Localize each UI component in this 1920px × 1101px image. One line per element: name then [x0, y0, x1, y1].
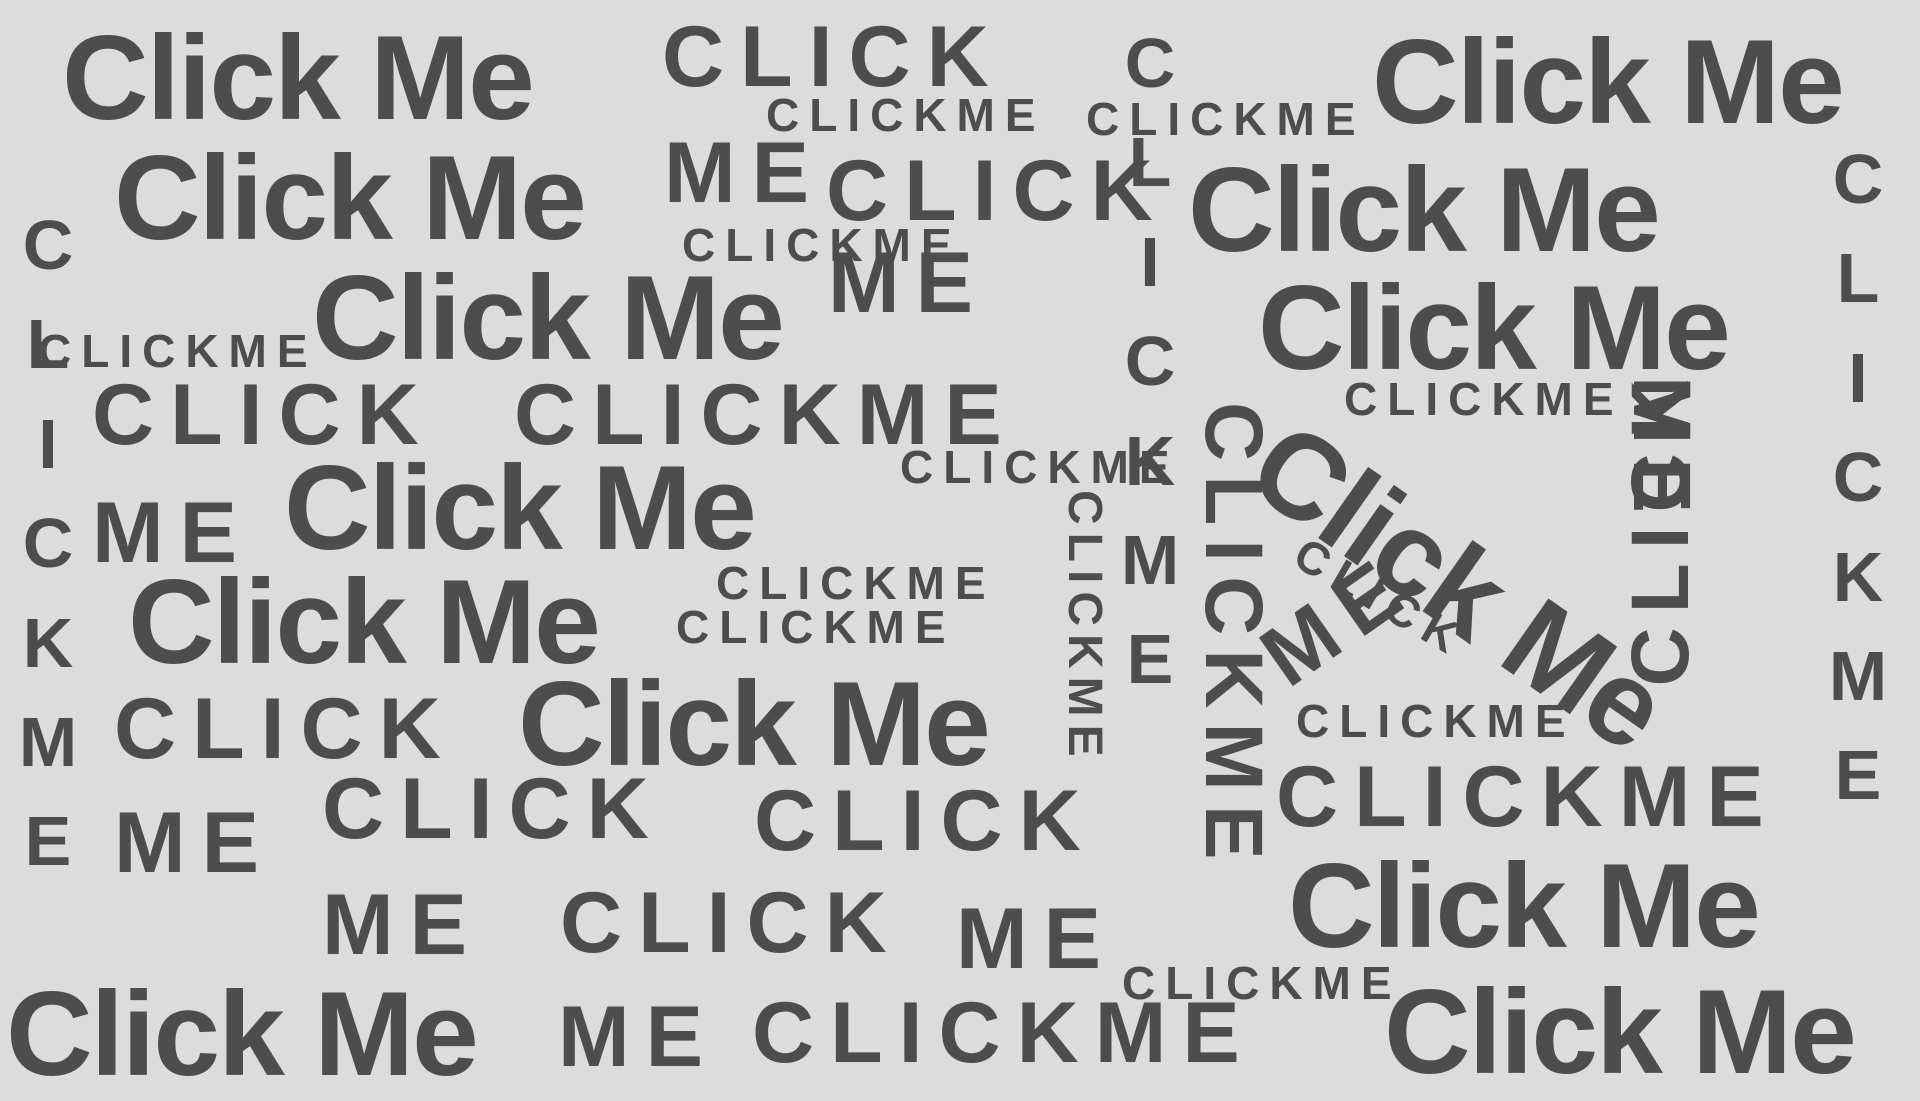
- me-label[interactable]: ME: [664, 130, 825, 216]
- click-me-button[interactable]: Click Me: [6, 974, 479, 1094]
- clickme-small-label[interactable]: CLICKME: [682, 222, 962, 268]
- click-label[interactable]: CLICK: [662, 14, 1005, 100]
- clickme-small-label[interactable]: CLICKME: [716, 560, 996, 606]
- click-me-button[interactable]: Click Me: [1372, 22, 1845, 142]
- clickme-vertical-label[interactable]: CLICKME: [1188, 402, 1279, 874]
- clickme-small-label[interactable]: CLICKME: [676, 604, 956, 650]
- me-label[interactable]: ME: [956, 896, 1117, 982]
- me-vertical-label[interactable]: ME: [1616, 376, 1707, 527]
- clickme-letter-column[interactable]: CLICKME: [1110, 14, 1190, 710]
- clickme-small-label[interactable]: CLICKME: [1296, 698, 1576, 744]
- click-label[interactable]: CLICK: [92, 372, 435, 458]
- clickme-label[interactable]: CLICKME: [1276, 754, 1780, 840]
- click-label[interactable]: CLICK: [754, 778, 1097, 864]
- clickme-letter-column[interactable]: CLICKME: [1818, 130, 1898, 826]
- clickme-small-label[interactable]: CLICKME: [1122, 960, 1402, 1006]
- clickme-vertical-label[interactable]: CLICKME: [1058, 490, 1111, 765]
- clickme-small-label[interactable]: CLICKME: [766, 92, 1046, 138]
- click-label[interactable]: CLICK: [322, 766, 665, 852]
- click-me-button[interactable]: Click Me: [62, 18, 535, 138]
- me-label[interactable]: ME: [92, 490, 253, 576]
- click-me-button[interactable]: Click Me: [114, 138, 587, 258]
- me-label[interactable]: ME: [558, 994, 719, 1080]
- click-me-button[interactable]: Click Me: [284, 448, 757, 568]
- click-me-button[interactable]: Click Me: [312, 258, 785, 378]
- click-me-button[interactable]: Click Me: [1188, 150, 1661, 270]
- me-label[interactable]: ME: [322, 882, 483, 968]
- click-label[interactable]: CLICK: [114, 686, 457, 772]
- click-label[interactable]: CLICK: [560, 880, 903, 966]
- clickme-small-label[interactable]: CLICKME: [1344, 376, 1624, 422]
- click-me-button[interactable]: Click Me: [1288, 846, 1761, 966]
- me-label[interactable]: ME: [114, 800, 275, 886]
- click-me-button[interactable]: Click Me: [1384, 972, 1857, 1092]
- clickme-letter-column[interactable]: CLICKME: [8, 196, 88, 892]
